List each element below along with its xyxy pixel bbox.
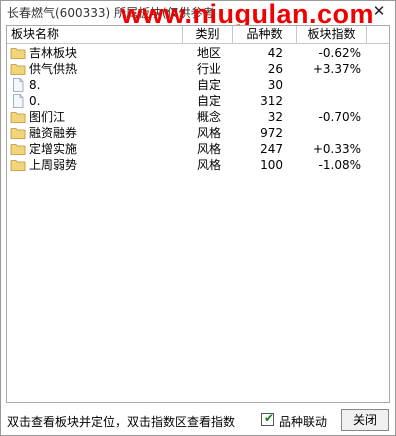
sector-count: 42	[267, 46, 283, 60]
sector-table: 板块名称 类别 品种数 板块指数 吉林板块 地区 42 -0.62% 供气供热 行业 26 +…	[6, 25, 390, 403]
document-icon	[10, 78, 26, 92]
linkage-checkbox[interactable]: ✔	[261, 411, 275, 426]
sector-name-cell[interactable]: 图们江	[10, 109, 180, 125]
sector-index[interactable]	[297, 77, 361, 93]
sector-index[interactable]: -1.08%	[297, 157, 361, 173]
sector-count: 312	[260, 94, 283, 108]
folder-icon	[10, 62, 26, 76]
sector-category: 风格	[197, 126, 222, 140]
linkage-checkbox-label: 品种联动	[279, 415, 328, 429]
table-row[interactable]: 定增实施 风格 247 +0.33%	[7, 141, 389, 157]
sector-count: 247	[260, 142, 283, 156]
sector-dialog: 长春燃气(600333) 所属板块(仅供参考 www.niugulan.com …	[0, 0, 396, 436]
sector-index[interactable]	[297, 93, 361, 109]
sector-name: 供气供热	[29, 62, 78, 76]
folder-icon	[10, 46, 26, 60]
sector-name: 8.	[29, 78, 41, 92]
sector-category: 自定	[197, 94, 222, 108]
close-icon[interactable]: ✕	[371, 3, 387, 19]
table-body: 吉林板块 地区 42 -0.62% 供气供热 行业 26 +3.37% 8. 自定 30 0. 自定 31…	[7, 45, 389, 173]
table-row[interactable]: 0. 自定 312	[7, 93, 389, 109]
sector-category: 风格	[197, 158, 222, 172]
sector-count: 32	[267, 110, 283, 124]
status-bar: 双击查看板块并定位，双击指数区查看指数 ✔ 品种联动 关闭	[1, 405, 395, 435]
sector-name-cell[interactable]: 供气供热	[10, 61, 180, 77]
sector-category: 地区	[197, 46, 222, 60]
sector-name: 定增实施	[29, 142, 78, 156]
sector-index[interactable]: -0.62%	[297, 45, 361, 61]
sector-count: 100	[260, 158, 283, 172]
sector-index[interactable]: -0.70%	[297, 109, 361, 125]
sector-name: 图们江	[29, 110, 66, 124]
table-row[interactable]: 吉林板块 地区 42 -0.62%	[7, 45, 389, 61]
hint-text: 双击查看板块并定位，双击指数区查看指数	[7, 415, 236, 429]
sector-name: 吉林板块	[29, 46, 78, 60]
checkmark-icon: ✔	[264, 411, 275, 425]
sector-count: 972	[260, 126, 283, 140]
sector-name-cell[interactable]: 定增实施	[10, 141, 180, 157]
table-row[interactable]: 上周弱势 风格 100 -1.08%	[7, 157, 389, 173]
sector-name: 融资融券	[29, 126, 78, 140]
folder-icon	[10, 158, 26, 172]
table-header: 板块名称 类别 品种数 板块指数	[7, 26, 389, 44]
sector-index[interactable]	[297, 125, 361, 141]
sector-index[interactable]: +0.33%	[297, 141, 361, 157]
sector-category: 概念	[197, 110, 222, 124]
sector-name-cell[interactable]: 上周弱势	[10, 157, 180, 173]
sector-name-cell[interactable]: 8.	[10, 77, 180, 93]
table-row[interactable]: 供气供热 行业 26 +3.37%	[7, 61, 389, 77]
column-header-index[interactable]: 板块指数	[297, 26, 367, 43]
sector-name: 上周弱势	[29, 158, 78, 172]
sector-category: 自定	[197, 78, 222, 92]
column-header-category[interactable]: 类别	[183, 26, 233, 43]
table-row[interactable]: 融资融券 风格 972	[7, 125, 389, 141]
folder-icon	[10, 126, 26, 140]
sector-name: 0.	[29, 94, 41, 108]
sector-count: 26	[267, 62, 283, 76]
title-bar[interactable]: 长春燃气(600333) 所属板块(仅供参考 www.niugulan.com …	[1, 0, 395, 29]
sector-count: 30	[267, 78, 283, 92]
table-row[interactable]: 8. 自定 30	[7, 77, 389, 93]
sector-name-cell[interactable]: 吉林板块	[10, 45, 180, 61]
sector-name-cell[interactable]: 融资融券	[10, 125, 180, 141]
sector-category: 行业	[197, 62, 222, 76]
folder-icon	[10, 110, 26, 124]
sector-index[interactable]: +3.37%	[297, 61, 361, 77]
sector-name-cell[interactable]: 0.	[10, 93, 180, 109]
column-header-count[interactable]: 品种数	[233, 26, 297, 43]
close-button[interactable]: 关闭	[341, 409, 389, 431]
column-header-name[interactable]: 板块名称	[7, 26, 183, 43]
table-row[interactable]: 图们江 概念 32 -0.70%	[7, 109, 389, 125]
document-icon	[10, 94, 26, 108]
sector-category: 风格	[197, 142, 222, 156]
folder-icon	[10, 142, 26, 156]
